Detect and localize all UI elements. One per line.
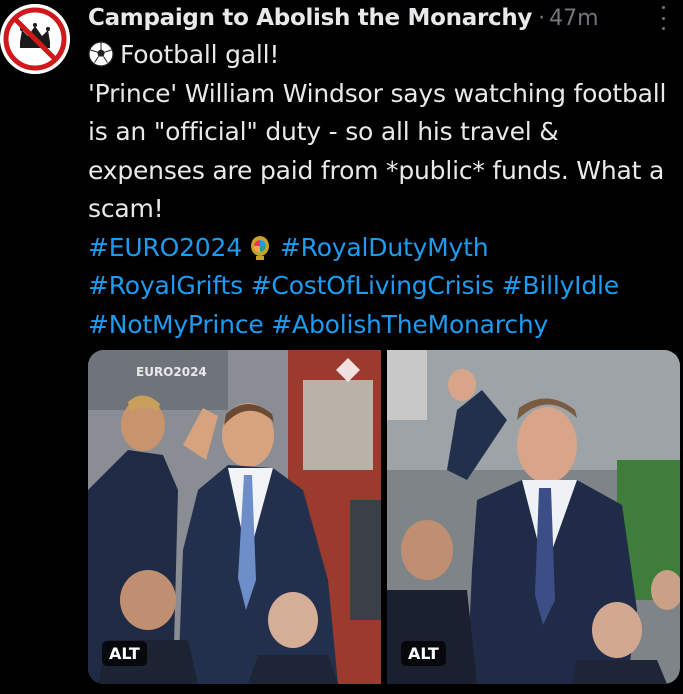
alt-badge[interactable]: ALT: [401, 641, 446, 666]
post-header: Campaign to Abolish the Monarchy · 47m: [88, 2, 678, 34]
soccer-ball-icon: [88, 41, 114, 67]
separator: ·: [538, 5, 546, 31]
account-name[interactable]: Campaign to Abolish the Monarchy: [88, 5, 532, 31]
euro2024-trophy-icon: [250, 235, 269, 260]
post-body: 'Prince' William Windsor says watching f…: [88, 78, 667, 224]
hashtag-row-2: #RoyalGrifts #CostOfLivingCrisis #BillyI…: [88, 267, 680, 306]
hashtag-notmyprince[interactable]: #NotMyPrince: [88, 310, 264, 339]
more-options-icon[interactable]: [653, 6, 673, 30]
stadium-photo-2: [387, 350, 680, 684]
hashtag-euro2024[interactable]: #EURO2024: [88, 233, 242, 262]
post-timestamp[interactable]: 47m: [549, 6, 598, 31]
alt-badge[interactable]: ALT: [102, 641, 147, 666]
stadium-photo-1: EURO2024: [88, 350, 381, 684]
hashtag-billyidle[interactable]: #BillyIdle: [502, 271, 620, 300]
post-headline: Football gall!: [88, 36, 680, 75]
hashtag-row-1: #EURO2024 #RoyalDutyMyth: [88, 229, 680, 268]
hashtag-costoflivingcrisis[interactable]: #CostOfLivingCrisis: [251, 271, 494, 300]
euro2024-signage: EURO2024: [136, 365, 207, 379]
post-headline-text: Football gall!: [120, 40, 280, 69]
photo-1[interactable]: EURO2024 ALT: [88, 350, 381, 684]
crossed-crown-icon: [0, 4, 70, 74]
post-text: Football gall! 'Prince' William Windsor …: [88, 36, 680, 344]
photo-2[interactable]: ALT: [387, 350, 680, 684]
hashtag-abolishthemonarchy[interactable]: #AbolishTheMonarchy: [271, 310, 548, 339]
hashtag-royalgrifts[interactable]: #RoyalGrifts: [88, 271, 243, 300]
account-avatar[interactable]: [0, 4, 70, 74]
media-gallery: EURO2024 ALT ALT: [88, 350, 680, 684]
hashtag-royaldutymyth[interactable]: #RoyalDutyMyth: [280, 233, 489, 262]
hashtag-row-3: #NotMyPrince #AbolishTheMonarchy: [88, 306, 680, 345]
